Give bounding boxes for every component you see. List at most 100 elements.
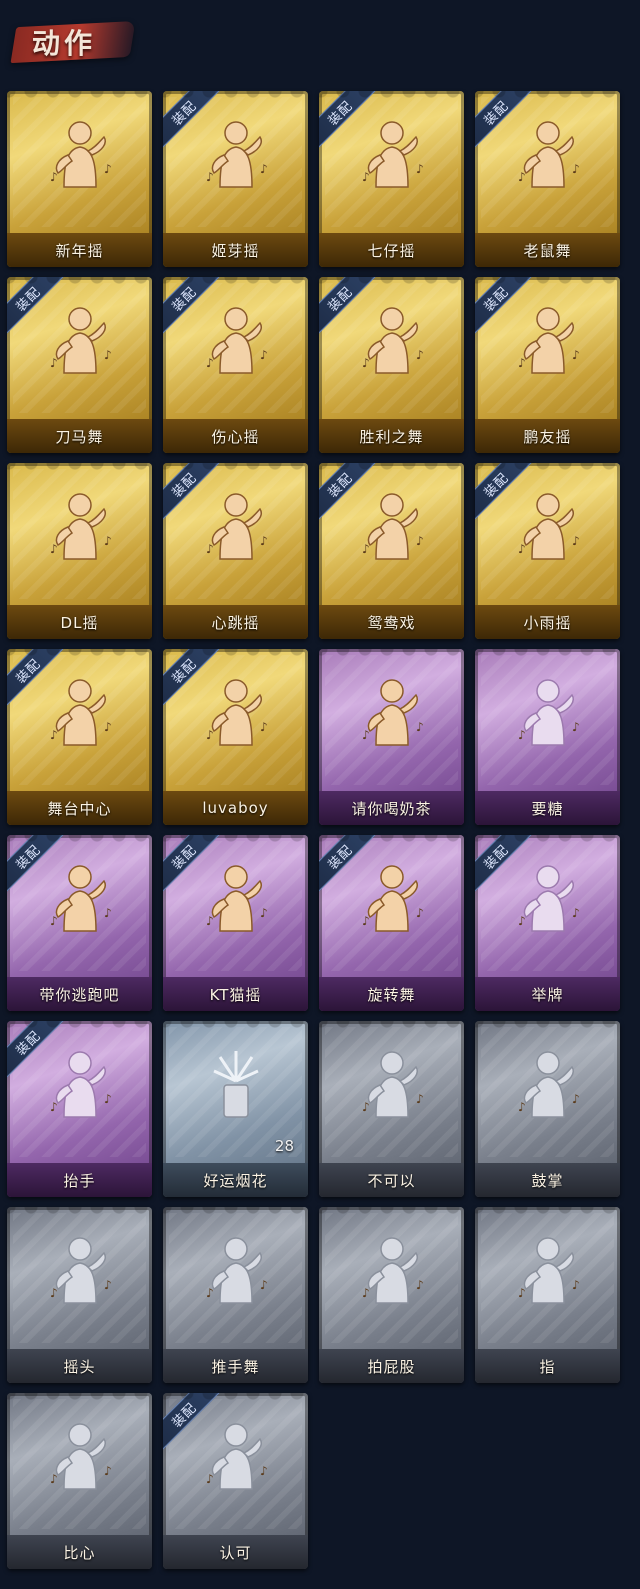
emote-label: 拍屁股 [367, 1357, 416, 1376]
equipped-tag-label: 装配 [481, 284, 512, 315]
emote-card-26[interactable]: ♪ ♪ 推手舞 [163, 1207, 308, 1383]
emote-label-bar: 鸳鸯戏 [319, 605, 464, 639]
svg-text:♪: ♪ [50, 356, 58, 370]
svg-text:♪: ♪ [416, 906, 424, 920]
emote-card-15[interactable]: ♪ ♪ 请你喝奶茶 [319, 649, 464, 825]
svg-text:♪: ♪ [518, 170, 526, 184]
emote-card-4[interactable]: ♪ ♪ 老鼠舞 装配 [475, 91, 620, 267]
emote-card-13[interactable]: ♪ ♪ 舞台中心 装配 [7, 649, 152, 825]
equipped-tag-label: 装配 [481, 842, 512, 873]
emote-label-bar: 小雨摇 [475, 605, 620, 639]
emote-card-28[interactable]: ♪ ♪ 指 [475, 1207, 620, 1383]
emote-card-29[interactable]: ♪ ♪ 比心 [7, 1393, 152, 1569]
emote-card-9[interactable]: ♪ ♪ DL摇 [7, 463, 152, 639]
emote-card-14[interactable]: ♪ ♪ luvaboy 装配 [163, 649, 308, 825]
svg-text:♪: ♪ [416, 1278, 424, 1292]
equipped-badge: 装配 [163, 835, 225, 897]
emote-card-25[interactable]: ♪ ♪ 摇头 [7, 1207, 152, 1383]
emote-card-10[interactable]: ♪ ♪ 心跳摇 装配 [163, 463, 308, 639]
svg-text:♪: ♪ [206, 170, 214, 184]
emote-label-bar: 好运烟花 [163, 1163, 308, 1197]
svg-text:♪: ♪ [518, 1100, 526, 1114]
emote-label: 刀马舞 [55, 427, 104, 446]
emote-label-bar: 胜利之舞 [319, 419, 464, 453]
svg-text:♪: ♪ [518, 914, 526, 928]
equipped-badge: 装配 [7, 649, 69, 711]
emote-card-23[interactable]: ♪ ♪ 不可以 [319, 1021, 464, 1197]
svg-text:♪: ♪ [362, 542, 370, 556]
emote-card-11[interactable]: ♪ ♪ 鸳鸯戏 装配 [319, 463, 464, 639]
emote-label-bar: 老鼠舞 [475, 233, 620, 267]
emote-card-1[interactable]: ♪ ♪ 新年摇 [7, 91, 152, 267]
svg-text:♪: ♪ [416, 348, 424, 362]
emote-card-20[interactable]: ♪ ♪ 举牌 装配 [475, 835, 620, 1011]
svg-text:♪: ♪ [50, 1286, 58, 1300]
emote-card-24[interactable]: ♪ ♪ 鼓掌 [475, 1021, 620, 1197]
svg-text:♪: ♪ [104, 1092, 112, 1106]
sign-holder-figure-icon: ♪ ♪ [350, 669, 434, 753]
emote-card-30[interactable]: ♪ ♪ 认可 装配 [163, 1393, 308, 1569]
svg-text:♪: ♪ [50, 1472, 58, 1486]
svg-text:♪: ♪ [362, 1100, 370, 1114]
emote-card-12[interactable]: ♪ ♪ 小雨摇 装配 [475, 463, 620, 639]
emote-label-bar: 推手舞 [163, 1349, 308, 1383]
equipped-badge: 装配 [319, 463, 381, 525]
emote-label-bar: 鹏友摇 [475, 419, 620, 453]
emote-card-19[interactable]: ♪ ♪ 旋转舞 装配 [319, 835, 464, 1011]
dance-figure-icon: ♪ ♪ [38, 111, 122, 195]
emote-label: 舞台中心 [47, 799, 112, 818]
emote-card-27[interactable]: ♪ ♪ 拍屁股 [319, 1207, 464, 1383]
svg-text:♪: ♪ [416, 720, 424, 734]
equipped-tag-label: 装配 [481, 470, 512, 501]
clap-icon: ♪ ♪ [506, 1041, 590, 1125]
equipped-badge: 装配 [475, 835, 537, 897]
emote-label: 不可以 [367, 1171, 416, 1190]
emote-label: 心跳摇 [211, 613, 260, 632]
emote-label-bar: 举牌 [475, 977, 620, 1011]
svg-text:♪: ♪ [572, 720, 580, 734]
emote-grid: ♪ ♪ 新年摇 ♪ ♪ 姬芽摇 装配 ♪ ♪ 七仔摇 装配 ♪ ♪ 老鼠舞 装配… [7, 91, 620, 1569]
emote-label-bar: 刀马舞 [7, 419, 152, 453]
emote-label: 伤心摇 [211, 427, 260, 446]
emote-label: 七仔摇 [367, 241, 416, 260]
svg-text:♪: ♪ [260, 1278, 268, 1292]
emote-label-bar: 带你逃跑吧 [7, 977, 152, 1011]
emote-card-5[interactable]: ♪ ♪ 刀马舞 装配 [7, 277, 152, 453]
section-title: 动作 [32, 27, 97, 60]
emote-card-7[interactable]: ♪ ♪ 胜利之舞 装配 [319, 277, 464, 453]
emote-label: 鼓掌 [531, 1171, 564, 1190]
svg-text:♪: ♪ [362, 356, 370, 370]
svg-text:♪: ♪ [104, 1278, 112, 1292]
emote-label-bar: luvaboy [163, 791, 308, 825]
emote-card-2[interactable]: ♪ ♪ 姬芽摇 装配 [163, 91, 308, 267]
svg-text:♪: ♪ [50, 542, 58, 556]
svg-text:♪: ♪ [572, 906, 580, 920]
equipped-tag-label: 装配 [169, 470, 200, 501]
emote-card-6[interactable]: ♪ ♪ 伤心摇 装配 [163, 277, 308, 453]
emote-label: 鸳鸯戏 [367, 613, 416, 632]
svg-text:♪: ♪ [518, 542, 526, 556]
emote-card-8[interactable]: ♪ ♪ 鹏友摇 装配 [475, 277, 620, 453]
emote-label-bar: 拍屁股 [319, 1349, 464, 1383]
emote-card-17[interactable]: ♪ ♪ 带你逃跑吧 装配 [7, 835, 152, 1011]
emote-label: 鹏友摇 [523, 427, 572, 446]
emote-label: 指 [539, 1357, 556, 1376]
equipped-badge: 装配 [163, 277, 225, 339]
emote-label: 旋转舞 [367, 985, 416, 1004]
emote-label-bar: 认可 [163, 1535, 308, 1569]
emote-card-21[interactable]: ♪ ♪ 抬手 装配 [7, 1021, 152, 1197]
emote-card-22[interactable]: 好运烟花 28 [163, 1021, 308, 1197]
emote-card-16[interactable]: ♪ ♪ 要糖 [475, 649, 620, 825]
emote-label-bar: 抬手 [7, 1163, 152, 1197]
equipped-tag-label: 装配 [13, 656, 44, 687]
svg-text:♪: ♪ [572, 1092, 580, 1106]
svg-text:♪: ♪ [206, 1472, 214, 1486]
emote-label-bar: 摇头 [7, 1349, 152, 1383]
svg-text:♪: ♪ [518, 728, 526, 742]
emote-label: 比心 [63, 1543, 96, 1562]
emote-label-bar: 伤心摇 [163, 419, 308, 453]
emote-label: DL摇 [60, 613, 99, 632]
emote-card-18[interactable]: ♪ ♪ KT猫摇 装配 [163, 835, 308, 1011]
equipped-badge: 装配 [319, 91, 381, 153]
emote-card-3[interactable]: ♪ ♪ 七仔摇 装配 [319, 91, 464, 267]
